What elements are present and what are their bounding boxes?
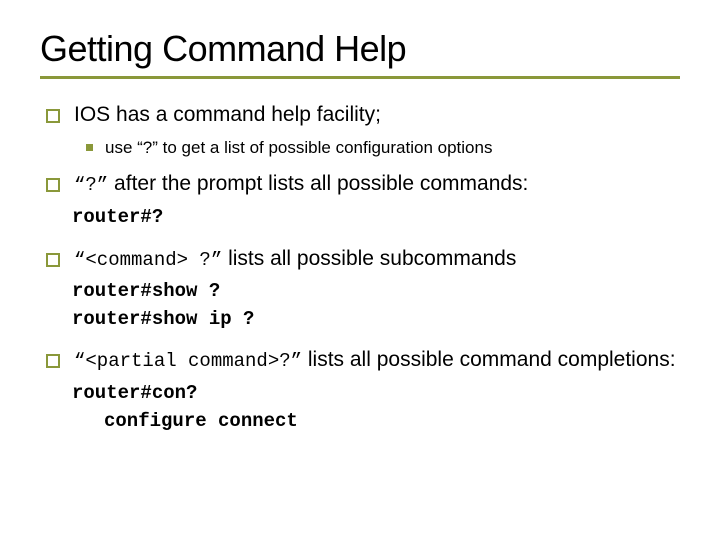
bullet-list: IOS has a command help facility; use “?”… (40, 101, 680, 434)
bullet-4-code-1: router#con? (72, 381, 680, 407)
square-bullet-icon (46, 253, 60, 267)
bullet-3-code-inline: “<command> ?” (74, 249, 222, 271)
bullet-1-sub: use “?” to get a list of possible config… (86, 137, 680, 160)
square-bullet-icon (46, 109, 60, 123)
bullet-4-code-2: configure connect (104, 409, 680, 435)
filled-square-bullet-icon (86, 144, 93, 151)
title-underline (40, 76, 680, 79)
bullet-3: “<command> ?” lists all possible subcomm… (46, 245, 680, 274)
bullet-2-code: router#? (72, 205, 680, 231)
bullet-3-tail: lists all possible subcommands (222, 247, 516, 270)
bullet-3-text: “<command> ?” lists all possible subcomm… (74, 245, 516, 274)
bullet-2: “?” after the prompt lists all possible … (46, 170, 680, 199)
bullet-3-code-2: router#show ip ? (72, 307, 680, 333)
square-bullet-icon (46, 178, 60, 192)
bullet-3-code-1: router#show ? (72, 279, 680, 305)
bullet-4: “<partial command>?” lists all possible … (46, 346, 680, 375)
bullet-4-text: “<partial command>?” lists all possible … (74, 346, 676, 375)
bullet-2-text: “?” after the prompt lists all possible … (74, 170, 528, 199)
bullet-1: IOS has a command help facility; (46, 101, 680, 129)
bullet-1-text: IOS has a command help facility; (74, 101, 381, 129)
bullet-1-sub-text: use “?” to get a list of possible config… (105, 137, 492, 160)
bullet-4-tail: lists all possible command completions: (302, 348, 676, 371)
bullet-2-tail: after the prompt lists all possible comm… (108, 172, 528, 195)
bullet-4-code-inline: “<partial command>?” (74, 350, 302, 372)
square-bullet-icon (46, 354, 60, 368)
slide-title: Getting Command Help (40, 28, 680, 70)
bullet-2-code-inline: “?” (74, 174, 108, 196)
